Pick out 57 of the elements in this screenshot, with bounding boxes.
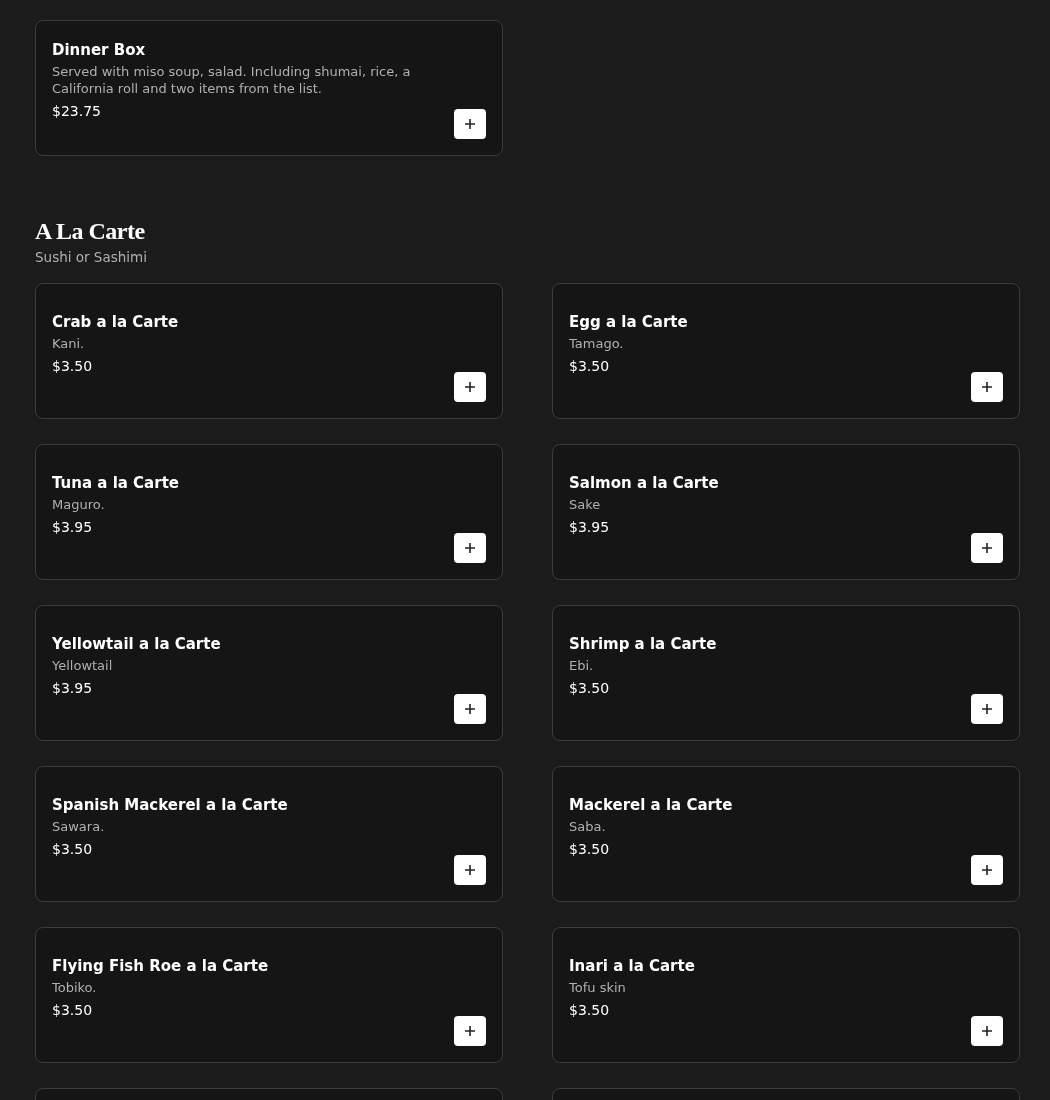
add-button[interactable] <box>971 1016 1003 1046</box>
item-description: Sawara. <box>52 817 106 835</box>
item-price: $3.50 <box>569 1001 611 1018</box>
item-price: $3.50 <box>569 679 611 696</box>
plus-icon <box>465 704 475 714</box>
add-button[interactable] <box>971 694 1003 724</box>
item-name: Spanish Mackerel a la Carte <box>52 795 288 814</box>
item-description: Tamago. <box>569 334 625 352</box>
item-price: $3.50 <box>52 357 94 374</box>
item-name: Shrimp a la Carte <box>569 634 717 653</box>
item-price: $3.50 <box>569 840 611 857</box>
item-description: Kani. <box>52 334 86 352</box>
add-button[interactable] <box>454 372 486 402</box>
item-name: Salmon a la Carte <box>569 473 719 492</box>
item-description: Yellowtail <box>52 656 114 674</box>
add-button[interactable] <box>971 372 1003 402</box>
plus-icon <box>982 1026 992 1036</box>
add-button[interactable] <box>454 1016 486 1046</box>
item-name: Dinner Box <box>52 41 147 59</box>
add-button[interactable] <box>971 855 1003 885</box>
add-button[interactable] <box>454 533 486 563</box>
item-description: Tofu skin <box>569 978 627 996</box>
item-description: Sake <box>569 495 602 513</box>
item-price: $3.95 <box>52 518 94 535</box>
item-price: $3.95 <box>52 679 94 696</box>
item-name: Inari a la Carte <box>569 956 695 975</box>
section-title: A La Carte <box>35 218 146 245</box>
plus-icon <box>465 382 475 392</box>
plus-icon <box>465 865 475 875</box>
item-description: Maguro. <box>52 495 106 513</box>
section-subtitle: Sushi or Sashimi <box>35 249 148 265</box>
plus-icon <box>465 119 475 129</box>
item-price: $3.50 <box>52 1001 94 1018</box>
plus-icon <box>982 382 992 392</box>
add-button[interactable] <box>454 109 486 139</box>
item-name: Flying Fish Roe a la Carte <box>52 956 269 975</box>
item-description: Saba. <box>569 817 607 835</box>
item-price: $23.75 <box>52 103 102 119</box>
item-description: Tobiko. <box>52 978 98 996</box>
item-description: Ebi. <box>569 656 595 674</box>
item-name: Crab a la Carte <box>52 312 179 331</box>
item-name: Tuna a la Carte <box>52 473 179 492</box>
add-button[interactable] <box>454 855 486 885</box>
plus-icon <box>465 1026 475 1036</box>
item-price: $3.50 <box>52 840 94 857</box>
item-price: $3.95 <box>569 518 611 535</box>
item-price: $3.50 <box>569 357 611 374</box>
item-name: Mackerel a la Carte <box>569 795 733 814</box>
item-name: Yellowtail a la Carte <box>52 634 221 653</box>
plus-icon <box>982 543 992 553</box>
plus-icon <box>982 865 992 875</box>
add-button[interactable] <box>971 533 1003 563</box>
plus-icon <box>982 704 992 714</box>
item-description: Served with miso soup, salad. Including shumai, rice, a California roll and two items from the list. <box>52 63 412 97</box>
plus-icon <box>465 543 475 553</box>
add-button[interactable] <box>454 694 486 724</box>
item-name: Egg a la Carte <box>569 312 688 331</box>
